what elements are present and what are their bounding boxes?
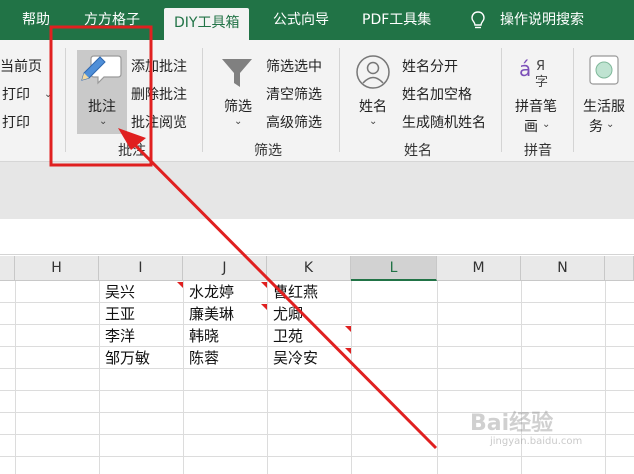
- annotation-arrow-line: [123, 133, 438, 450]
- baidu-watermark: Bai经验: [470, 411, 554, 436]
- annotation-overlay: [49, 25, 438, 450]
- annotation-arrow-head: [118, 128, 146, 150]
- baidu-watermark-url: jingyan.baidu.com: [490, 436, 583, 447]
